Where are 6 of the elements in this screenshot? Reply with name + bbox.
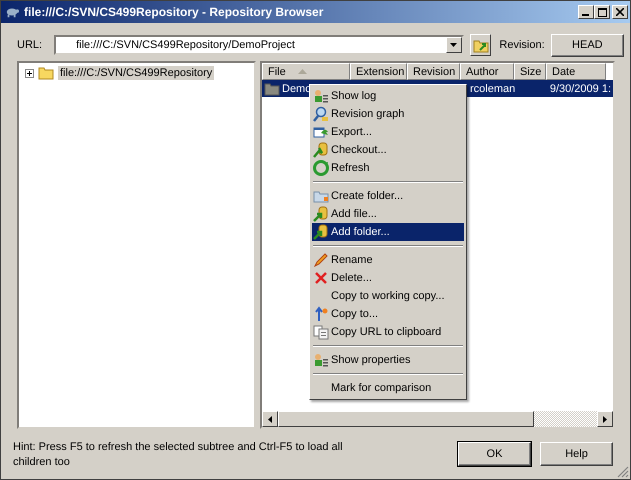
- revision-label: Revision:: [499, 39, 545, 51]
- hint-text: Hint: Press F5 to refresh the selected subtree and Ctrl-F5 to load all children too: [13, 440, 344, 470]
- url-label: URL:: [17, 39, 42, 51]
- author-cell: rcoleman: [470, 82, 516, 94]
- window-title: file:///C:/SVN/CS499Repository - Repository Browser: [24, 5, 324, 19]
- date-cell: 9/30/2009 1:: [550, 82, 611, 94]
